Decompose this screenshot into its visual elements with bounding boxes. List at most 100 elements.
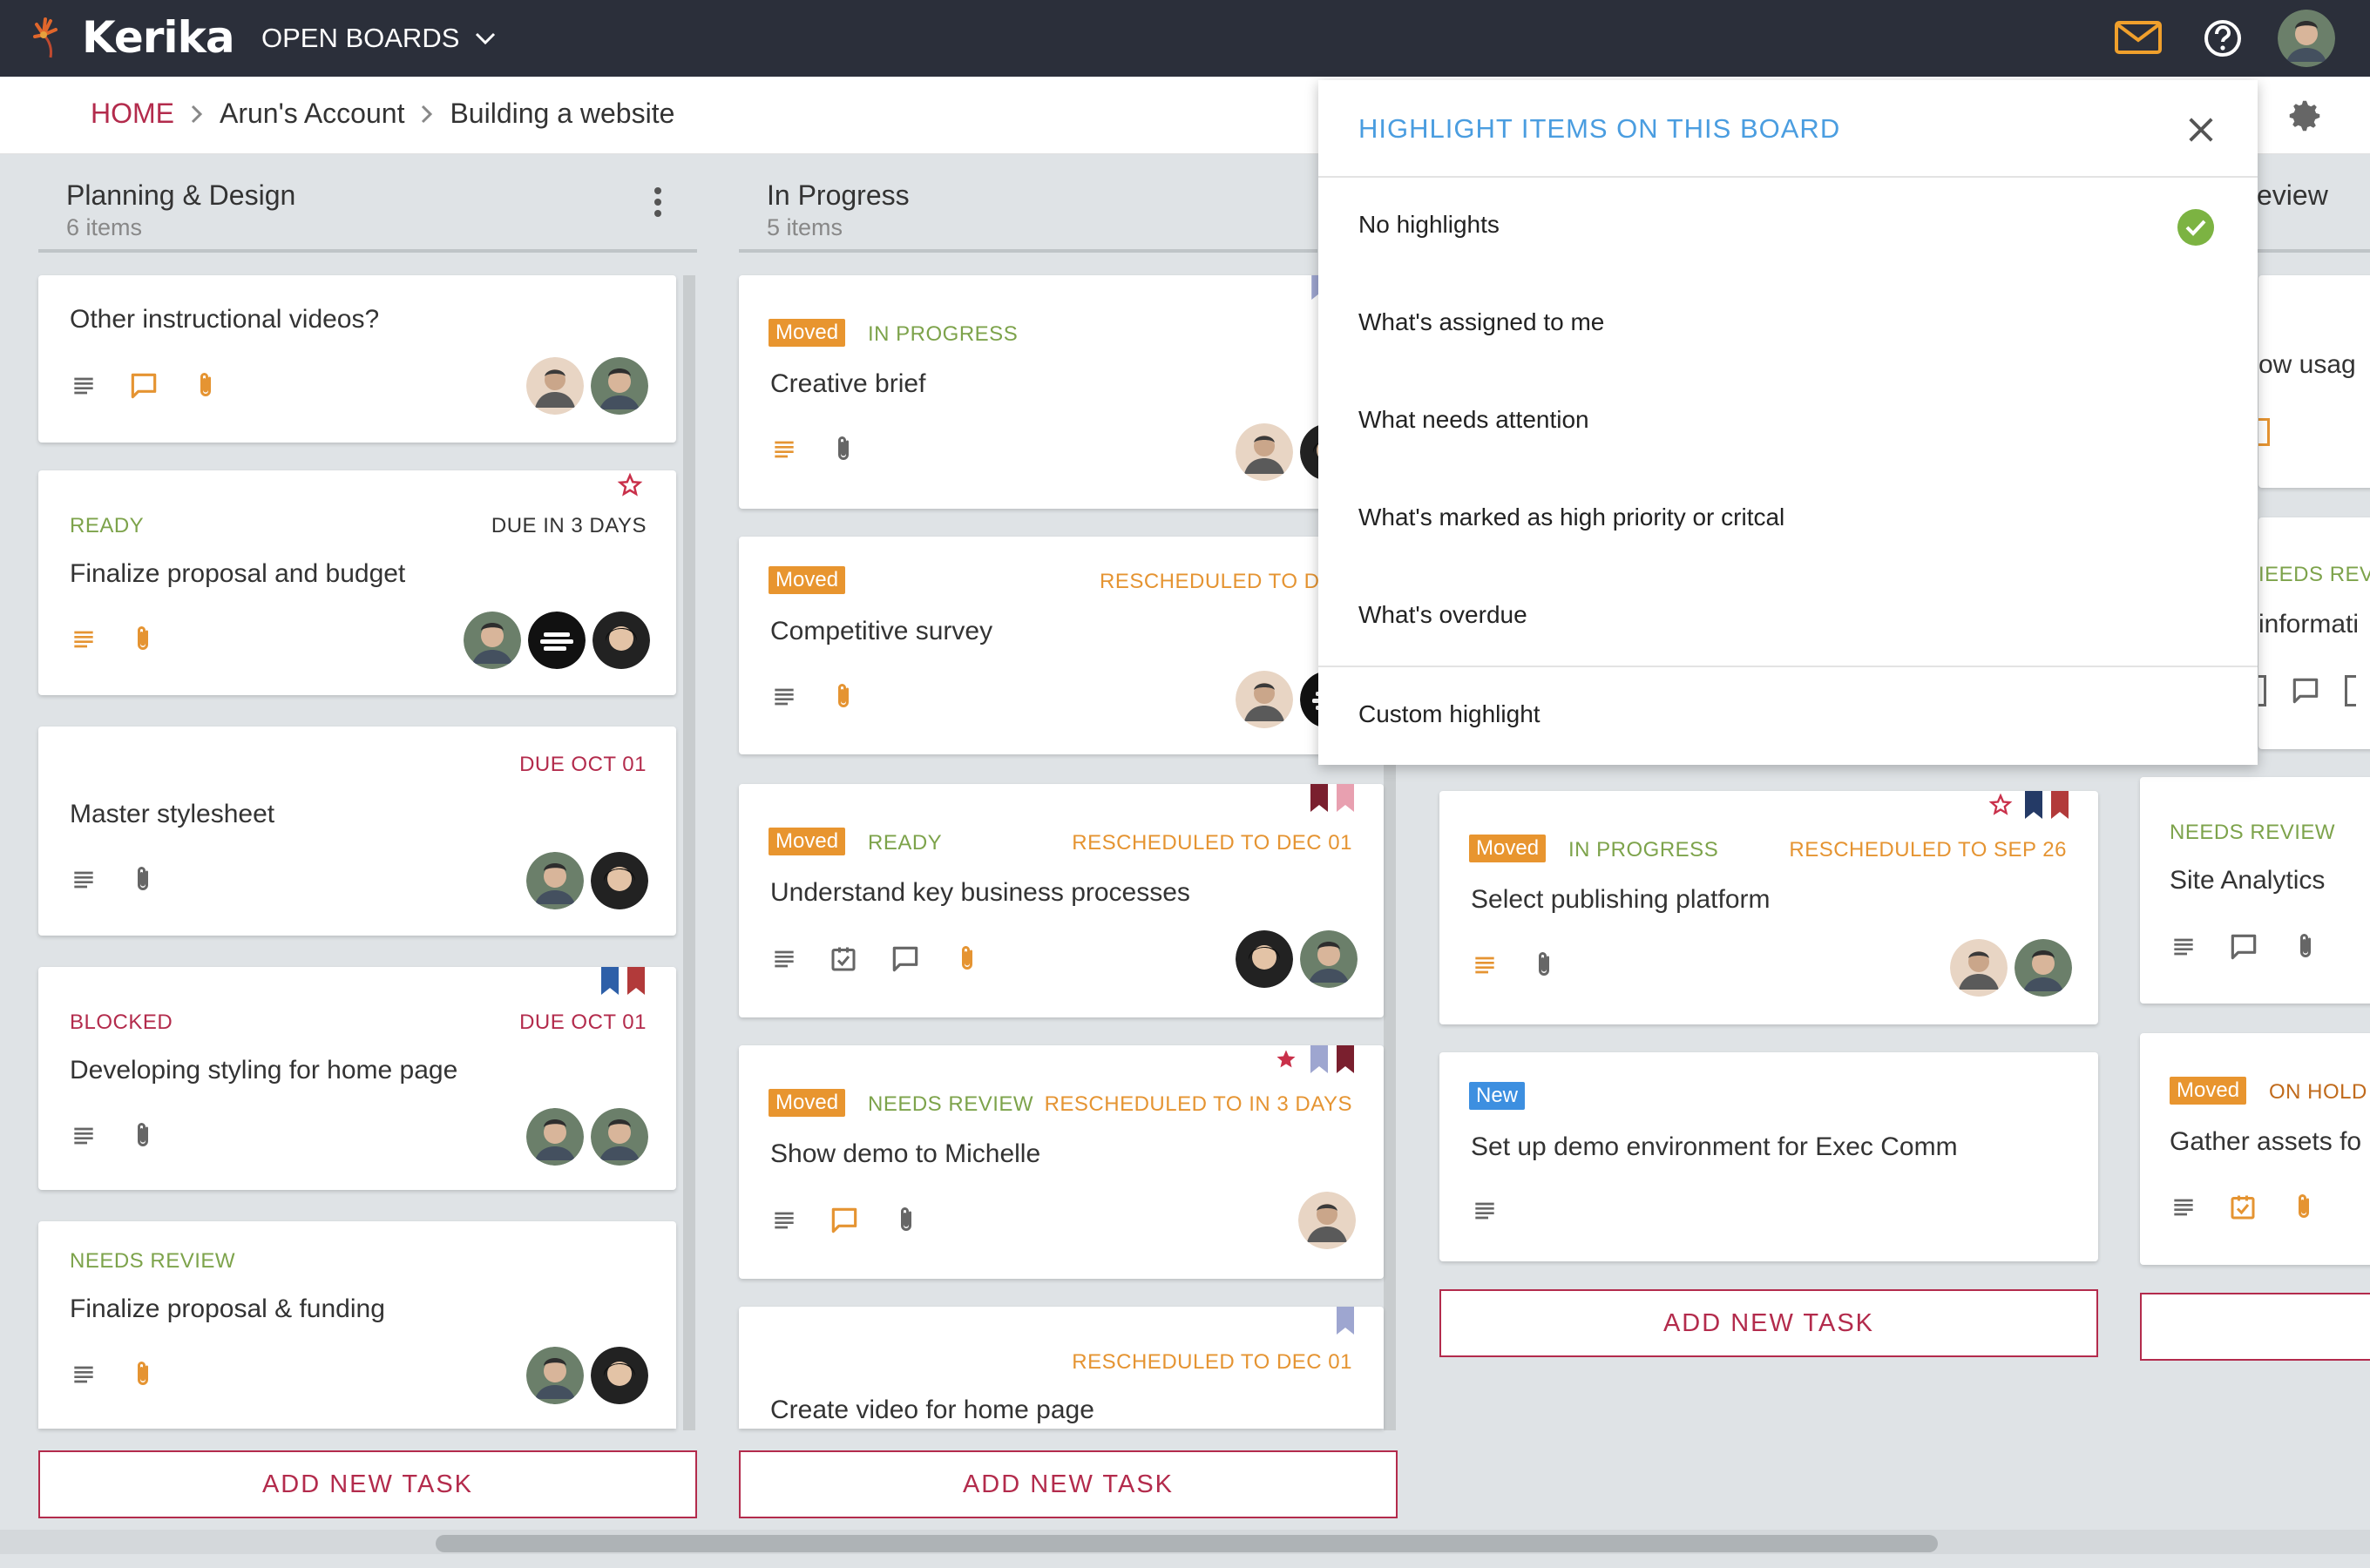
bookmark-blue-icon xyxy=(601,967,619,995)
description-icon xyxy=(70,625,98,653)
rescheduled-label: RESCHEDULED TO DEC xyxy=(1100,570,1350,593)
star-outline-icon[interactable] xyxy=(1988,793,2013,817)
checklist-icon[interactable] xyxy=(2227,1192,2258,1223)
attachment-icon[interactable] xyxy=(951,943,983,975)
avatar xyxy=(1236,930,1293,988)
card-developing-styling[interactable]: BLOCKED DUE OCT 01 Developing styling fo… xyxy=(38,967,676,1190)
description-icon xyxy=(770,683,798,711)
add-new-task-button[interactable]: ADD NEW TASK xyxy=(739,1450,1398,1518)
breadcrumb-home[interactable]: HOME xyxy=(91,98,174,130)
mail-icon[interactable] xyxy=(2114,17,2163,57)
card-site-analytics[interactable]: NEEDS REVIEW Site Analytics xyxy=(2140,777,2370,1004)
column-menu-icon[interactable] xyxy=(653,186,662,218)
attachment-icon[interactable] xyxy=(828,434,859,465)
card-show-demo-michelle[interactable]: Moved NEEDS REVIEW RESCHEDULED TO IN 3 D… xyxy=(739,1045,1384,1279)
highlight-option-assigned[interactable]: What's assigned to me xyxy=(1358,308,1604,336)
help-icon[interactable] xyxy=(2202,17,2244,59)
description-icon xyxy=(2170,933,2197,961)
comment-icon[interactable] xyxy=(2289,674,2322,707)
highlight-option-priority[interactable]: What's marked as high priority or critca… xyxy=(1358,504,1784,531)
card-gather-assets[interactable]: Moved ON HOLD Gather assets fo xyxy=(2140,1033,2370,1265)
avatar xyxy=(528,612,586,669)
comment-icon[interactable] xyxy=(828,1204,861,1237)
bookmark-red-icon xyxy=(2051,791,2069,819)
add-new-task-button[interactable]: ADD NEW TASK xyxy=(1439,1289,2098,1357)
attachment-icon[interactable] xyxy=(2290,931,2321,963)
highlight-option-attention[interactable]: What needs attention xyxy=(1358,406,1589,434)
highlight-option-overdue[interactable]: What's overdue xyxy=(1358,601,1527,629)
status-label: NEEDS REVIEW xyxy=(70,1249,236,1273)
status-label: IN PROGRESS xyxy=(868,322,1019,346)
card-finalize-proposal-budget[interactable]: READY DUE IN 3 DAYS Finalize proposal an… xyxy=(38,470,676,695)
close-icon[interactable] xyxy=(2183,112,2219,148)
card-select-publishing-platform[interactable]: Moved IN PROGRESS RESCHEDULED TO SEP 26 … xyxy=(1439,791,2098,1024)
checklist-icon[interactable] xyxy=(828,943,859,975)
card-other-instructional-videos[interactable]: Other instructional videos? xyxy=(38,275,676,443)
moved-badge: Moved xyxy=(769,1089,846,1117)
column-title-partial: eview xyxy=(2257,179,2328,211)
due-label: DUE OCT 01 xyxy=(519,753,647,776)
card-partial-information[interactable]: IEEDS REVI informati xyxy=(2258,517,2370,749)
card-title: Finalize proposal and budget xyxy=(70,559,406,588)
card-title: Other instructional videos? xyxy=(70,305,380,334)
avatar xyxy=(1298,1192,1356,1249)
user-avatar[interactable] xyxy=(2278,10,2335,67)
comment-icon[interactable] xyxy=(889,943,922,976)
card-competitive-survey[interactable]: Moved RESCHEDULED TO DEC Competitive sur… xyxy=(739,537,1384,754)
attachment-icon[interactable] xyxy=(127,1120,159,1152)
attachment-icon[interactable] xyxy=(890,1205,922,1236)
card-setup-demo-env[interactable]: New Set up demo environment for Exec Com… xyxy=(1439,1052,2098,1261)
breadcrumb: HOME Arun's Account Building a website xyxy=(91,98,674,130)
description-icon xyxy=(70,866,98,894)
card-master-stylesheet[interactable]: DUE OCT 01 Master stylesheet xyxy=(38,727,676,936)
avatar xyxy=(464,612,521,669)
card-creative-brief[interactable]: Moved IN PROGRESS Creative brief xyxy=(739,275,1384,509)
gear-icon[interactable] xyxy=(2285,96,2325,136)
status-label: BLOCKED xyxy=(70,1010,173,1034)
attachment-icon[interactable] xyxy=(1528,950,1560,981)
card-partial-usage[interactable]: ow usag xyxy=(2258,275,2370,488)
bookmark-lavender-icon xyxy=(1310,1045,1328,1073)
app-name: Kerika xyxy=(82,12,235,63)
open-boards-menu[interactable]: OPEN BOARDS xyxy=(261,23,498,54)
card-title: Master stylesheet xyxy=(70,800,275,828)
panel-divider xyxy=(1318,176,2258,178)
highlight-option-custom[interactable]: Custom highlight xyxy=(1358,700,1540,728)
breadcrumb-board: Building a website xyxy=(450,98,675,129)
add-new-task-button-partial[interactable] xyxy=(2140,1293,2370,1361)
card-create-video-home[interactable]: RESCHEDULED TO DEC 01 Create video for h… xyxy=(739,1307,1384,1429)
comment-icon[interactable] xyxy=(2227,930,2260,963)
star-filled-icon[interactable] xyxy=(1274,1047,1298,1071)
star-outline-icon[interactable] xyxy=(617,472,643,498)
kerika-logo[interactable]: Kerika xyxy=(33,12,235,63)
comment-icon[interactable] xyxy=(127,369,160,402)
chevron-right-icon xyxy=(191,105,203,123)
description-icon xyxy=(70,372,98,400)
status-label: ON HOLD xyxy=(2269,1080,2367,1104)
add-new-task-button[interactable]: ADD NEW TASK xyxy=(38,1450,697,1518)
attachment-icon[interactable] xyxy=(190,370,221,402)
attachment-icon[interactable] xyxy=(127,1359,159,1390)
card-understand-key-business[interactable]: Moved READY RESCHEDULED TO DEC 01 Unders… xyxy=(739,784,1384,1017)
column-scrollbar[interactable] xyxy=(683,275,695,1430)
card-title: Developing styling for home page xyxy=(70,1056,458,1085)
attachment-icon[interactable] xyxy=(828,681,859,713)
highlight-option-none[interactable]: No highlights xyxy=(1358,211,1500,239)
breadcrumb-account[interactable]: Arun's Account xyxy=(220,98,404,130)
bookmark-pink-icon xyxy=(1337,784,1354,812)
horizontal-scrollbar-thumb[interactable] xyxy=(436,1535,1938,1552)
column-count: 6 items xyxy=(66,214,143,240)
chevron-right-icon xyxy=(422,105,433,123)
avatar xyxy=(1236,423,1293,481)
bookmark-lavender-icon xyxy=(1337,1307,1354,1335)
card-title: Site Analytics xyxy=(2170,866,2326,895)
attachment-icon[interactable] xyxy=(127,624,159,655)
attachment-icon[interactable] xyxy=(127,864,159,896)
description-icon xyxy=(770,436,798,463)
attachment-icon[interactable] xyxy=(2288,1192,2319,1223)
card-finalize-proposal-funding[interactable]: NEEDS REVIEW Finalize proposal & funding xyxy=(38,1221,676,1429)
bookmark-navy-icon xyxy=(2025,791,2042,819)
column-divider xyxy=(38,249,697,253)
status-label: NEEDS REVIEW xyxy=(868,1092,1034,1116)
avatar xyxy=(526,852,584,909)
